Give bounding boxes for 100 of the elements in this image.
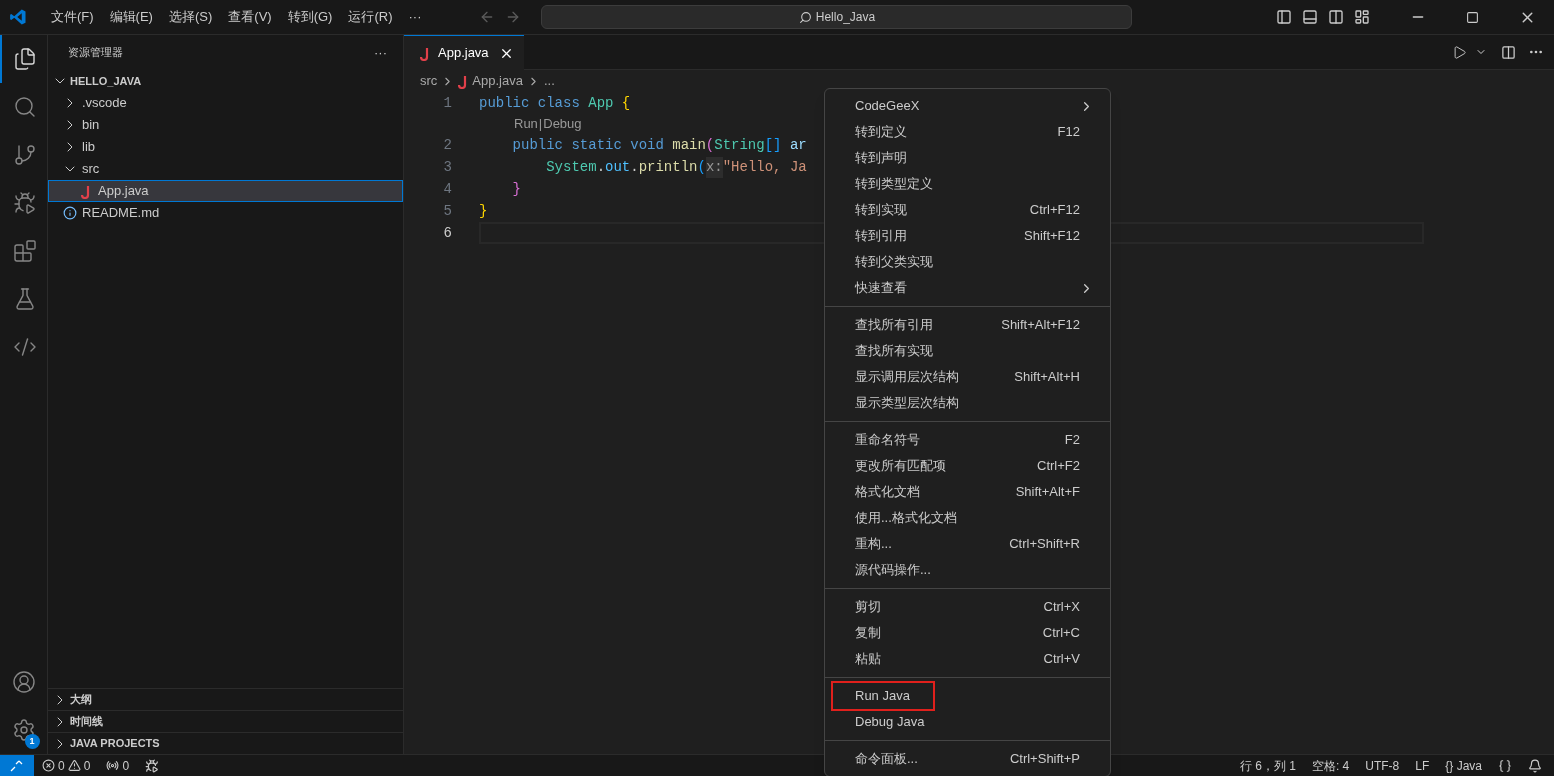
menu-item[interactable]: 显示类型层次结构 (833, 390, 1102, 416)
menu-item[interactable]: 重构... Ctrl+Shift+R (833, 531, 1102, 557)
menu-item[interactable]: 粘贴 Ctrl+V (833, 646, 1102, 672)
code-icon (12, 335, 37, 359)
panel-left-icon[interactable] (1276, 9, 1292, 25)
sidebar-title: 资源管理器 (68, 45, 123, 61)
tree-item[interactable]: .vscode (48, 92, 403, 114)
problems-status[interactable]: 0 0 (42, 756, 91, 775)
code-lens-link[interactable]: Debug (543, 114, 582, 134)
blocks-icon (12, 239, 37, 263)
shortcut-label: Shift+Alt+F12 (1001, 316, 1080, 335)
account-icon[interactable] (11, 670, 36, 694)
menu-item[interactable]: 快速查看 (833, 275, 1102, 301)
folder-header[interactable]: HELLO_JAVA (48, 70, 403, 92)
menu-item[interactable]: 转到父类实现 (833, 249, 1102, 275)
bell-icon[interactable] (1528, 758, 1542, 773)
breadcrumb-item[interactable]: App.java (472, 71, 523, 91)
menu-item[interactable]: 查看(V) (220, 7, 280, 27)
warning-icon (67, 759, 81, 772)
menu-item[interactable]: 更改所有匹配项 Ctrl+F2 (833, 453, 1102, 479)
java-file-icon (420, 45, 430, 61)
status-item[interactable]: UTF-8 (1365, 756, 1400, 775)
search-icon (12, 95, 37, 119)
tree-item[interactable]: bin (48, 114, 403, 136)
menu-item[interactable]: Debug Java (833, 709, 1102, 735)
status-item[interactable]: 行 6，列 1 (1239, 756, 1296, 775)
menu-item[interactable]: 转到(G) (279, 7, 341, 27)
shortcut-label: Ctrl+C (1042, 624, 1080, 643)
panel-bottom-icon[interactable] (1302, 9, 1318, 25)
menu-item[interactable]: 源代码操作... (833, 557, 1102, 583)
tree-item[interactable]: App.java (48, 180, 403, 202)
menu-item[interactable]: 文件(F) (43, 7, 102, 27)
shortcut-label: Ctrl+X (1043, 598, 1080, 617)
menu-item[interactable]: 使用...格式化文档 (833, 505, 1102, 531)
status-item[interactable]: 空格: 4 (1311, 756, 1350, 775)
panel-header[interactable]: 大纲 (48, 688, 403, 710)
breadcrumb-item[interactable]: ... (543, 71, 555, 91)
shortcut-label: Shift+Alt+H (1014, 368, 1080, 387)
shortcut-label: Ctrl+Shift+R (1009, 535, 1080, 554)
menu-item[interactable]: 复制 Ctrl+C (833, 620, 1102, 646)
menu-item[interactable]: 转到声明 (833, 145, 1102, 171)
menu-item[interactable]: 编辑(E) (101, 7, 161, 27)
run-icon[interactable] (1452, 44, 1467, 60)
line-number: 2 (442, 135, 452, 155)
info-icon (63, 206, 77, 220)
java-file-icon (81, 183, 91, 199)
bug-play-icon[interactable] (145, 758, 160, 773)
shortcut-label: Shift+F12 (1024, 227, 1080, 246)
remote-icon (10, 759, 24, 772)
tree-item[interactable]: README.md (48, 202, 403, 224)
app-logo-icon (9, 8, 27, 26)
maximize-icon[interactable] (1466, 10, 1479, 24)
menu-item[interactable]: CodeGeeX (833, 93, 1102, 119)
line-number: 1 (442, 93, 452, 113)
line-number: 6 (442, 223, 452, 243)
panel-header[interactable]: 时间线 (48, 710, 403, 732)
code-line: } (479, 201, 488, 221)
antenna-icon (106, 759, 120, 772)
menu-item[interactable]: 选择(S) (160, 7, 221, 27)
menu-item[interactable]: 重命名符号 F2 (833, 427, 1102, 453)
menu-item[interactable]: 转到定义 F12 (833, 119, 1102, 145)
layout-icon[interactable] (1354, 9, 1370, 25)
shortcut-label: F12 (1057, 123, 1080, 142)
shortcut-label: Ctrl+F2 (1037, 457, 1080, 476)
split-editor-icon[interactable] (1501, 44, 1516, 60)
editor-tab[interactable]: App.java (404, 35, 524, 70)
menu-item[interactable]: 命令面板... Ctrl+Shift+P (833, 746, 1102, 772)
menu-item[interactable]: 剪切 Ctrl+X (833, 594, 1102, 620)
menu-item[interactable]: 查找所有实现 (833, 338, 1102, 364)
menu-item[interactable]: 转到类型定义 (833, 171, 1102, 197)
menu-item[interactable]: 运行(R) (340, 7, 401, 27)
ports-status[interactable]: 0 (106, 756, 130, 775)
shortcut-label: F2 (1064, 431, 1080, 450)
menu-item[interactable]: 查找所有引用 Shift+Alt+F12 (833, 312, 1102, 338)
menu-item[interactable]: 转到引用 Shift+F12 (833, 223, 1102, 249)
status-item[interactable]: LF (1415, 756, 1430, 775)
lens-separator: | (537, 115, 544, 134)
menu-item[interactable]: ··· (400, 7, 430, 27)
menu-item[interactable]: 转到实现 Ctrl+F12 (833, 197, 1102, 223)
code-lens-link[interactable]: Run (514, 114, 538, 134)
breadcrumb-item[interactable]: src (420, 71, 438, 91)
tree-item[interactable]: lib (48, 136, 403, 158)
menu-item[interactable]: 格式化文档 Shift+Alt+F (833, 479, 1102, 505)
branch-icon (12, 143, 37, 167)
braces-icon[interactable] (1498, 758, 1512, 773)
tree-item[interactable]: src (48, 158, 403, 180)
status-item[interactable]: {} Java (1445, 756, 1482, 775)
line-number: 4 (442, 179, 452, 199)
menu-item[interactable]: Run Java (833, 683, 933, 709)
search-field[interactable]: Hello_Java (541, 5, 1133, 29)
menu-item[interactable]: 显示调用层次结构 Shift+Alt+H (833, 364, 1102, 390)
error-icon (42, 759, 55, 772)
shortcut-label: Ctrl+Shift+P (1009, 750, 1080, 769)
settings-icon[interactable] (11, 718, 36, 742)
shortcut-label: Shift+Alt+F (1015, 483, 1080, 502)
more-actions-button[interactable]: ··· (374, 42, 387, 63)
line-number: 3 (442, 157, 452, 177)
code-line: } (511, 179, 521, 199)
search-icon (798, 10, 812, 24)
panel-right-icon[interactable] (1328, 9, 1344, 25)
